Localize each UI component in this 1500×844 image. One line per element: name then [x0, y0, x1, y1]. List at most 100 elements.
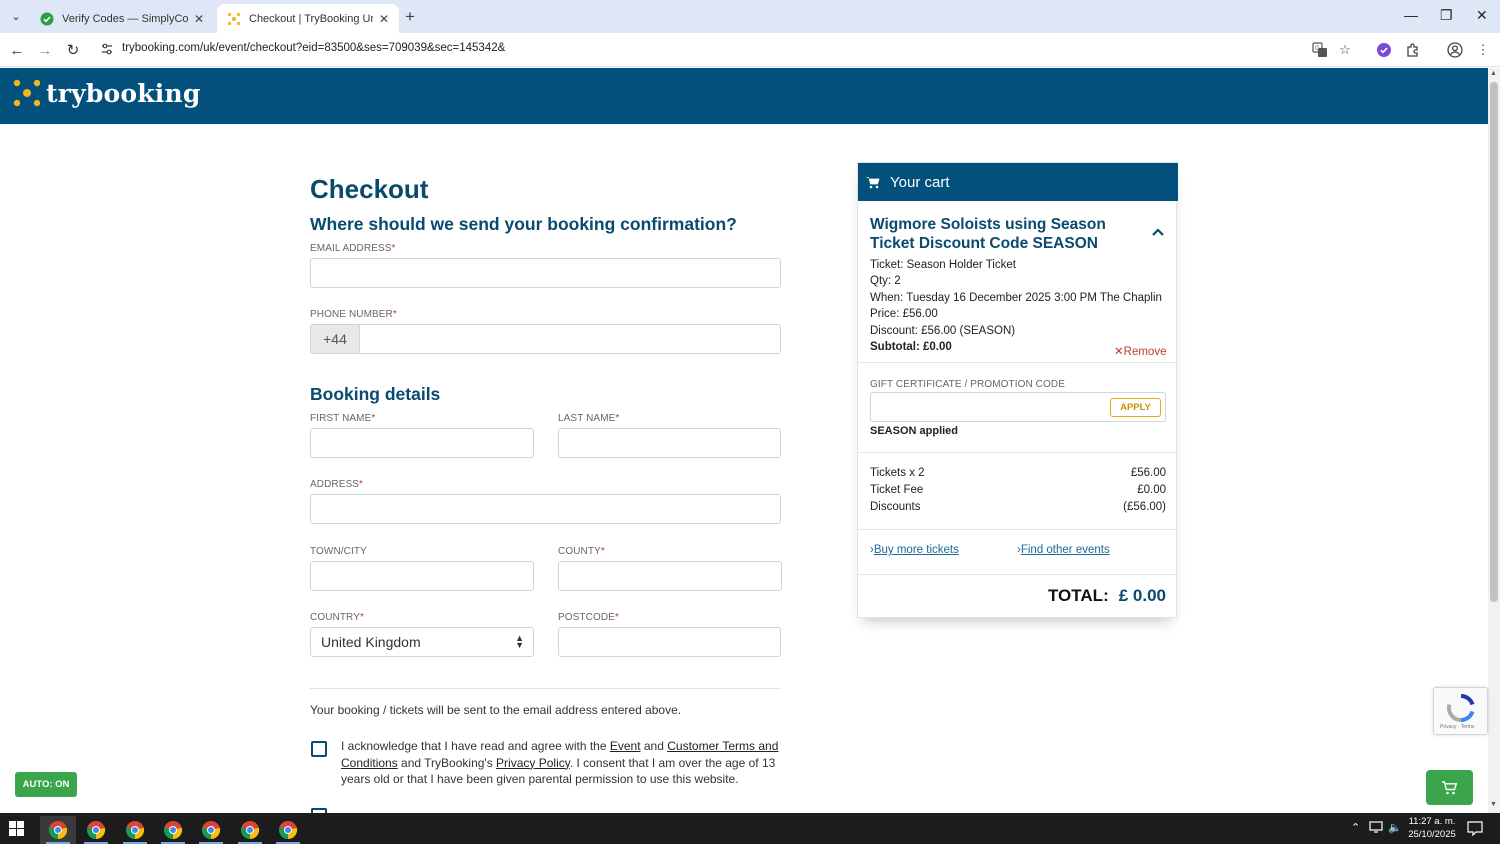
event-when: When: Tuesday 16 December 2025 3:00 PM T…: [870, 292, 1162, 304]
cart-header: Your cart: [858, 163, 1178, 201]
taskbar-chrome-app[interactable]: [193, 816, 229, 844]
recaptcha-badge[interactable]: Privacy - Terms: [1433, 687, 1488, 735]
promo-applied-status: SEASON applied: [870, 425, 959, 437]
last-name-field[interactable]: [558, 428, 781, 458]
tab-simplycodes[interactable]: Verify Codes — SimplyCodes ✕: [30, 4, 214, 33]
chrome-icon: [240, 821, 260, 840]
taskbar-chrome-app[interactable]: [40, 816, 76, 844]
system-clock[interactable]: 11:27 a. m. 25/10/2025: [1402, 815, 1462, 841]
floating-cart-button[interactable]: [1426, 770, 1473, 805]
chevron-up-icon[interactable]: [1152, 225, 1164, 239]
county-field[interactable]: [558, 561, 782, 591]
apply-button[interactable]: APPLY: [1110, 398, 1161, 417]
summary-row: Ticket Fee £0.00: [870, 484, 1166, 496]
country-label: COUNTRY*: [310, 612, 364, 623]
ticket-subtotal: Subtotal: £0.00: [870, 341, 952, 353]
event-link[interactable]: Event: [610, 739, 641, 753]
find-other-events-link[interactable]: ›Find other events: [1017, 544, 1110, 556]
divider: [858, 362, 1176, 363]
browser-menu-icon[interactable]: ⋮: [1474, 41, 1492, 59]
chevron-down-icon: ⌄: [11, 10, 21, 23]
recaptcha-links[interactable]: Privacy - Terms: [1440, 724, 1474, 730]
simplycodes-favicon-icon: [40, 12, 54, 26]
remove-label: Remove: [1123, 346, 1167, 358]
tab-search-button[interactable]: ⌄: [5, 6, 27, 26]
email-label: EMAIL ADDRESS*: [310, 243, 396, 254]
restore-icon[interactable]: ❐: [1440, 7, 1453, 24]
translate-icon[interactable]: G: [1311, 41, 1329, 59]
ticket-discount: Discount: £56.00 (SEASON): [870, 325, 1016, 337]
close-window-icon[interactable]: ✕: [1476, 7, 1488, 24]
show-hidden-icons-icon[interactable]: ⌃: [1351, 821, 1360, 834]
tab-title: Checkout | TryBooking United K: [249, 12, 373, 25]
address-bar[interactable]: trybooking.com/uk/event/checkout?eid=835…: [94, 37, 1364, 63]
scroll-down-icon[interactable]: ▼: [1490, 801, 1497, 808]
select-caret-icon: ▲ ▼: [515, 633, 524, 650]
auto-mode-badge[interactable]: AUTO: ON: [15, 772, 77, 797]
town-field[interactable]: [310, 561, 534, 591]
order-total: TOTAL: £ 0.00: [870, 586, 1166, 606]
tab-trybooking-checkout[interactable]: Checkout | TryBooking United K ✕: [217, 4, 399, 33]
divider: [858, 529, 1176, 530]
forward-icon[interactable]: →: [35, 40, 55, 60]
privacy-policy-link[interactable]: Privacy Policy: [496, 756, 570, 770]
divider: [858, 452, 1176, 453]
windows-start-icon[interactable]: [9, 821, 24, 841]
email-notice: Your booking / tickets will be sent to t…: [310, 703, 682, 717]
extensions-puzzle-icon[interactable]: [1404, 41, 1422, 59]
promo-label: GIFT CERTIFICATE / PROMOTION CODE: [870, 379, 1065, 390]
ack-text: I acknowledge that I have read and agree…: [341, 739, 610, 753]
recaptcha-icon: [1447, 693, 1475, 723]
remove-button[interactable]: ✕Remove: [1114, 344, 1166, 358]
phone-label: PHONE NUMBER*: [310, 309, 397, 320]
reload-icon[interactable]: ↻: [63, 40, 83, 60]
page-scrollbar[interactable]: ▲ ▼: [1488, 68, 1500, 813]
trybooking-logo[interactable]: trybooking: [12, 78, 201, 108]
close-tab-icon[interactable]: ✕: [194, 12, 204, 26]
taskbar-chrome-app[interactable]: [232, 816, 268, 844]
country-select[interactable]: United Kingdom ▲ ▼: [310, 627, 534, 657]
county-label: COUNTY*: [558, 546, 605, 557]
scroll-up-icon[interactable]: ▲: [1490, 70, 1497, 77]
close-tab-icon[interactable]: ✕: [379, 12, 389, 26]
taskbar-chrome-app[interactable]: [270, 816, 306, 844]
buy-more-tickets-link[interactable]: ›Buy more tickets: [870, 544, 959, 556]
site-settings-icon[interactable]: [100, 42, 114, 56]
ticket-type: Ticket: Season Holder Ticket: [870, 259, 1016, 271]
trybooking-logo-icon: [13, 79, 41, 107]
minimize-icon[interactable]: —: [1404, 7, 1418, 23]
ack-text: and: [640, 739, 668, 753]
extension-simplycodes-icon[interactable]: [1375, 41, 1393, 59]
profile-icon[interactable]: [1446, 41, 1464, 59]
phone-field[interactable]: [359, 324, 781, 354]
booking-details-heading: Booking details: [310, 384, 441, 404]
logo-text: trybooking: [46, 78, 201, 108]
notifications-icon[interactable]: [1467, 820, 1483, 839]
total-value: £ 0.00: [1118, 586, 1166, 605]
first-name-field[interactable]: [310, 428, 534, 458]
scrollbar-thumb[interactable]: [1490, 82, 1498, 602]
clock-date: 25/10/2025: [1408, 829, 1456, 840]
site-header: trybooking: [0, 68, 1488, 124]
taskbar-chrome-app[interactable]: [155, 816, 191, 844]
email-field[interactable]: [310, 258, 781, 288]
taskbar-chrome-app[interactable]: [78, 816, 114, 844]
page-title: Checkout: [310, 174, 429, 204]
chrome-icon: [278, 821, 298, 840]
new-tab-icon[interactable]: +: [405, 7, 415, 27]
volume-icon[interactable]: 🔈: [1388, 821, 1402, 834]
postcode-field[interactable]: [558, 627, 781, 657]
first-name-label: FIRST NAME*: [310, 413, 376, 424]
summary-label: Tickets x 2: [870, 467, 925, 479]
network-icon[interactable]: [1369, 821, 1383, 836]
summary-label: Discounts: [870, 501, 921, 513]
back-icon[interactable]: ←: [7, 40, 27, 60]
summary-value: £56.00: [1130, 467, 1166, 479]
terms-checkbox[interactable]: [311, 741, 327, 757]
address-field[interactable]: [310, 494, 781, 524]
last-name-label: LAST NAME*: [558, 413, 620, 424]
postcode-label: POSTCODE*: [558, 612, 619, 623]
bookmark-star-icon[interactable]: ☆: [1336, 41, 1354, 59]
phone-country-prefix: +44: [310, 324, 360, 354]
taskbar-chrome-app[interactable]: [117, 816, 153, 844]
